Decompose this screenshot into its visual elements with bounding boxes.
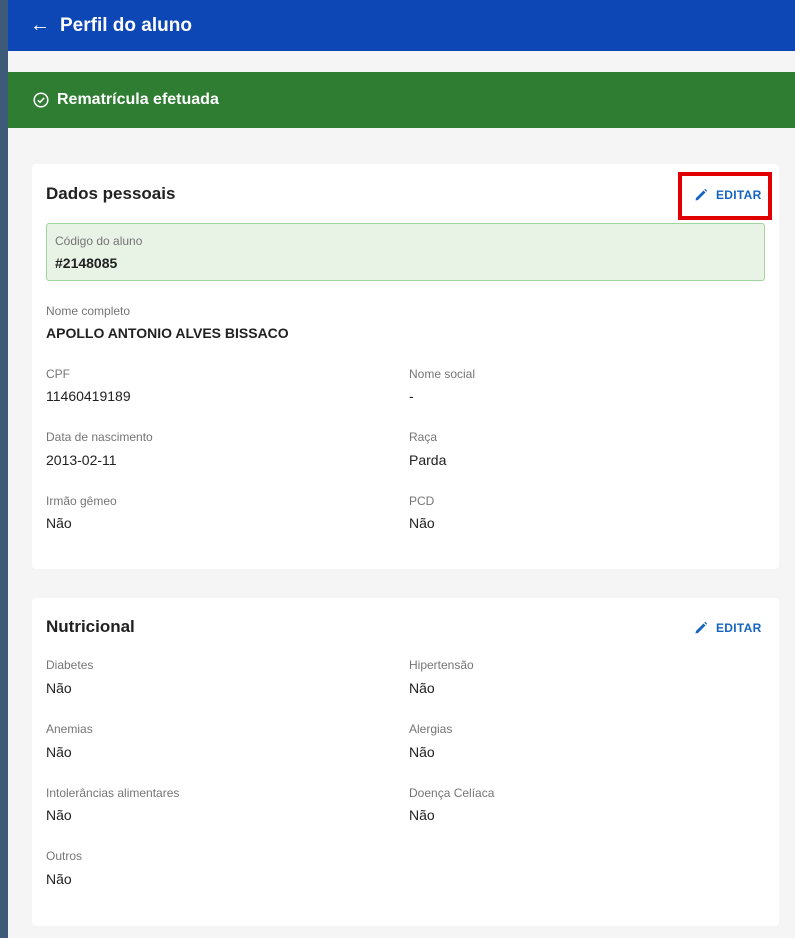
others-label: Outros xyxy=(46,849,83,863)
food-intolerance-label: Intolerâncias alimentares xyxy=(46,786,180,800)
nutritional-title: Nutricional xyxy=(46,617,135,636)
allergies-label: Alergias xyxy=(409,722,453,736)
social-name-label: Nome social xyxy=(409,367,476,381)
diabetes-value: Não xyxy=(46,680,72,696)
nutritional-card: Nutricional EDITAR Diabetes Não Hiperten… xyxy=(32,598,779,926)
birthdate-value: 2013-02-11 xyxy=(46,452,117,468)
personal-data-card: Dados pessoais EDITAR Código do aluno #2… xyxy=(32,164,779,569)
status-banner: Rematrícula efetuada xyxy=(8,72,795,128)
student-code-value: #2148085 xyxy=(55,255,118,271)
anemia-label: Anemias xyxy=(46,722,93,736)
hypertension-value: Não xyxy=(409,680,435,696)
full-name-value: APOLLO ANTONIO ALVES BISSACO xyxy=(46,325,289,341)
app-frame: ← Perfil do aluno Rematrícula efetuada D… xyxy=(8,0,795,938)
pcd-value: Não xyxy=(409,515,435,531)
twin-value: Não xyxy=(46,515,72,531)
full-name-label: Nome completo xyxy=(46,304,131,318)
race-value: Parda xyxy=(409,452,447,468)
student-code-label: Código do aluno xyxy=(55,234,143,248)
pcd-label: PCD xyxy=(409,494,435,508)
student-code-box: Código do aluno #2148085 xyxy=(46,223,765,281)
birthdate-label: Data de nascimento xyxy=(46,430,153,444)
others-value: Não xyxy=(46,871,72,887)
race-label: Raça xyxy=(409,430,438,444)
personal-edit-label: EDITAR xyxy=(716,188,762,202)
celiac-label: Doença Celíaca xyxy=(409,786,495,800)
nutritional-edit-button[interactable]: EDITAR xyxy=(694,621,762,635)
check-circle-icon xyxy=(33,92,49,108)
app-header: ← Perfil do aluno xyxy=(8,0,795,51)
pencil-icon xyxy=(695,188,708,201)
back-arrow-icon[interactable]: ← xyxy=(30,14,50,37)
diabetes-label: Diabetes xyxy=(46,658,94,672)
page-title: Perfil do aluno xyxy=(60,14,192,36)
social-name-value: - xyxy=(409,388,414,404)
nutritional-edit-label: EDITAR xyxy=(716,621,762,635)
personal-data-title: Dados pessoais xyxy=(46,184,176,203)
cpf-label: CPF xyxy=(46,367,70,381)
hypertension-label: Hipertensão xyxy=(409,658,474,672)
pencil-icon xyxy=(695,621,708,634)
status-banner-text: Rematrícula efetuada xyxy=(57,91,219,108)
cpf-value: 11460419189 xyxy=(46,388,131,404)
celiac-value: Não xyxy=(409,807,435,823)
anemia-value: Não xyxy=(46,744,72,760)
allergies-value: Não xyxy=(409,744,435,760)
food-intolerance-value: Não xyxy=(46,807,72,823)
personal-edit-button[interactable]: EDITAR xyxy=(694,188,762,202)
twin-label: Irmão gêmeo xyxy=(46,494,117,508)
